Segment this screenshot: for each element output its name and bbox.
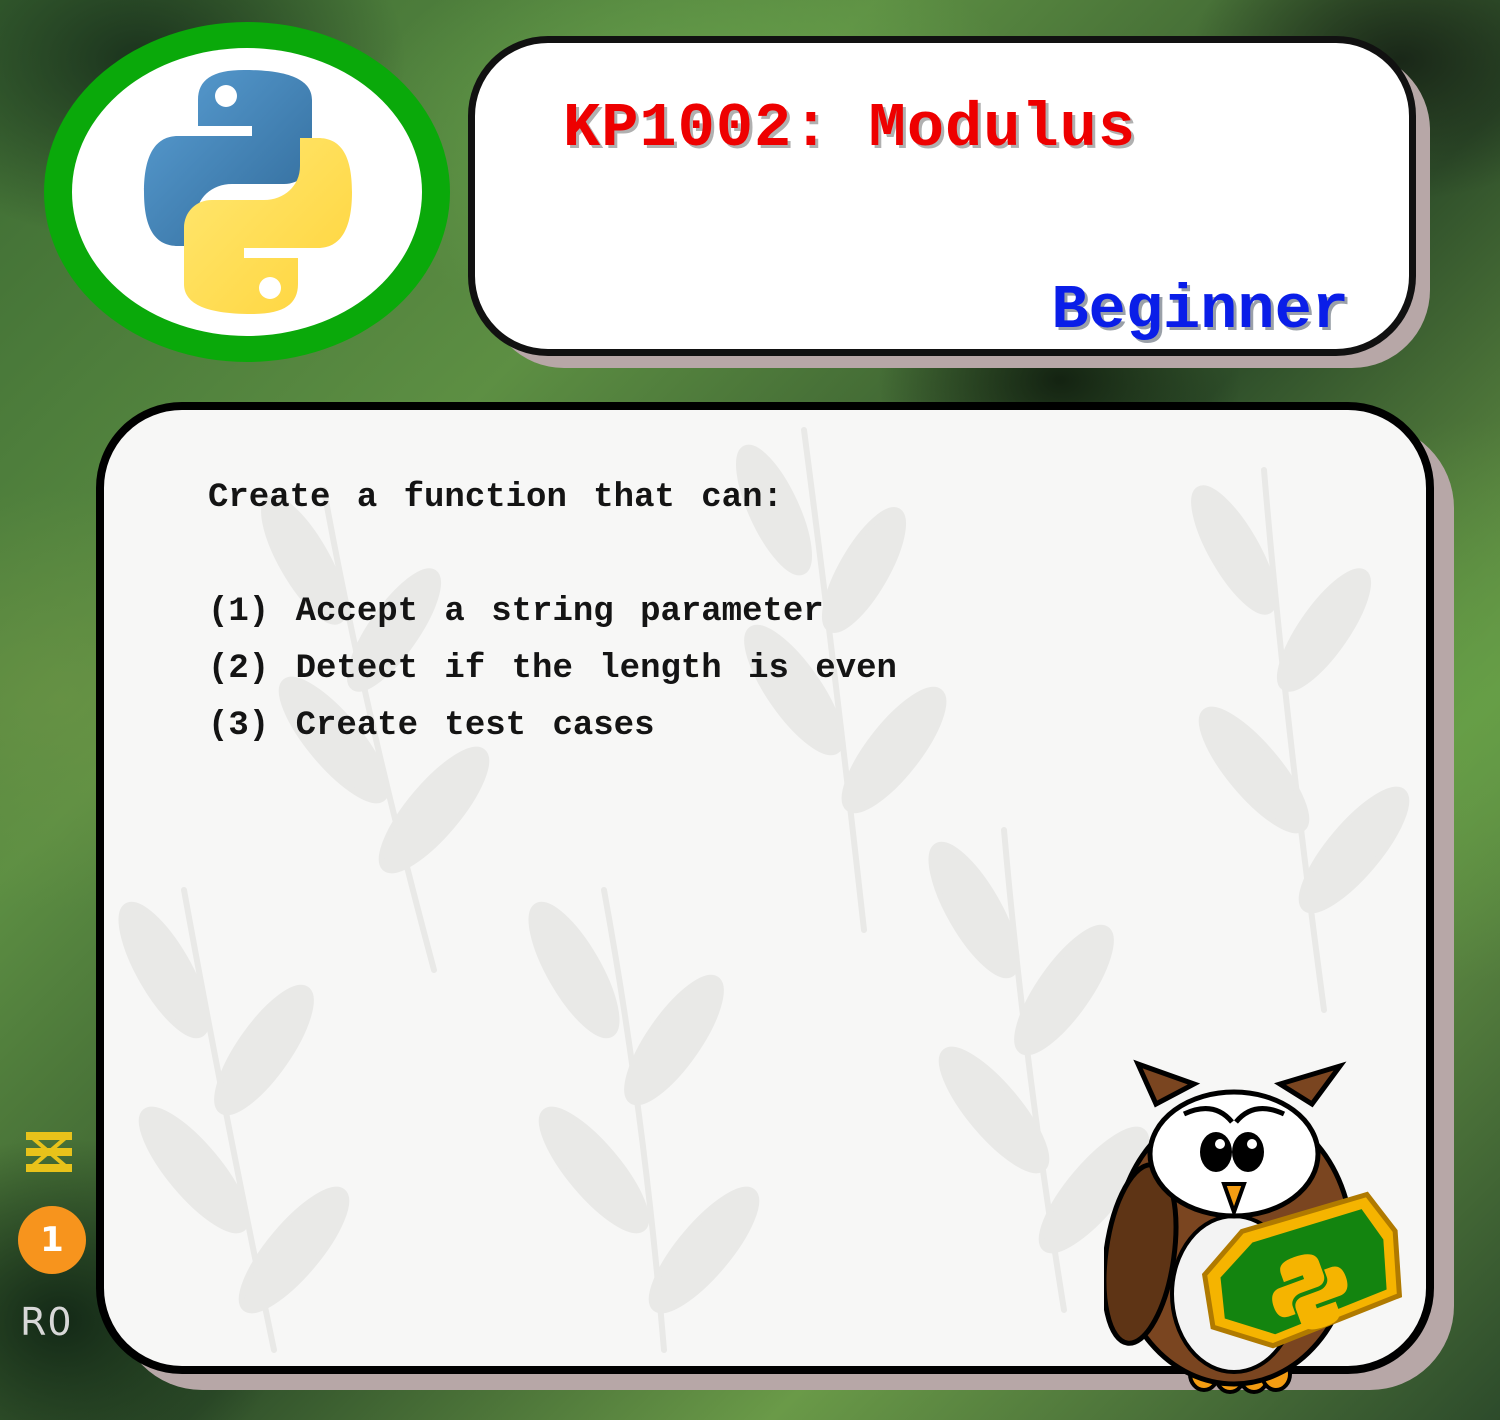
task-item-3: (3) Create test cases [208,707,655,745]
title-card: KP1002: Modulus Beginner [468,36,1416,356]
python-logo-icon [144,70,352,314]
logo-inner [72,48,422,336]
round-label: R0 [20,1300,73,1344]
difficulty-level: Beginner [1051,275,1349,346]
task-item-2: (2) Detect if the length is even [208,650,897,688]
logo-ring [44,22,450,362]
owl-mascot-icon [1104,1059,1403,1394]
notification-badge[interactable]: 1 [18,1206,86,1274]
page-title: KP1002: Modulus [563,93,1137,164]
task-intro: Create a function that can: [208,479,783,517]
stack-icon[interactable] [24,1130,74,1174]
task-description: Create a function that can: (1) Accept a … [208,470,897,755]
task-item-1: (1) Accept a string parameter [208,593,824,631]
task-spacer [208,527,897,584]
